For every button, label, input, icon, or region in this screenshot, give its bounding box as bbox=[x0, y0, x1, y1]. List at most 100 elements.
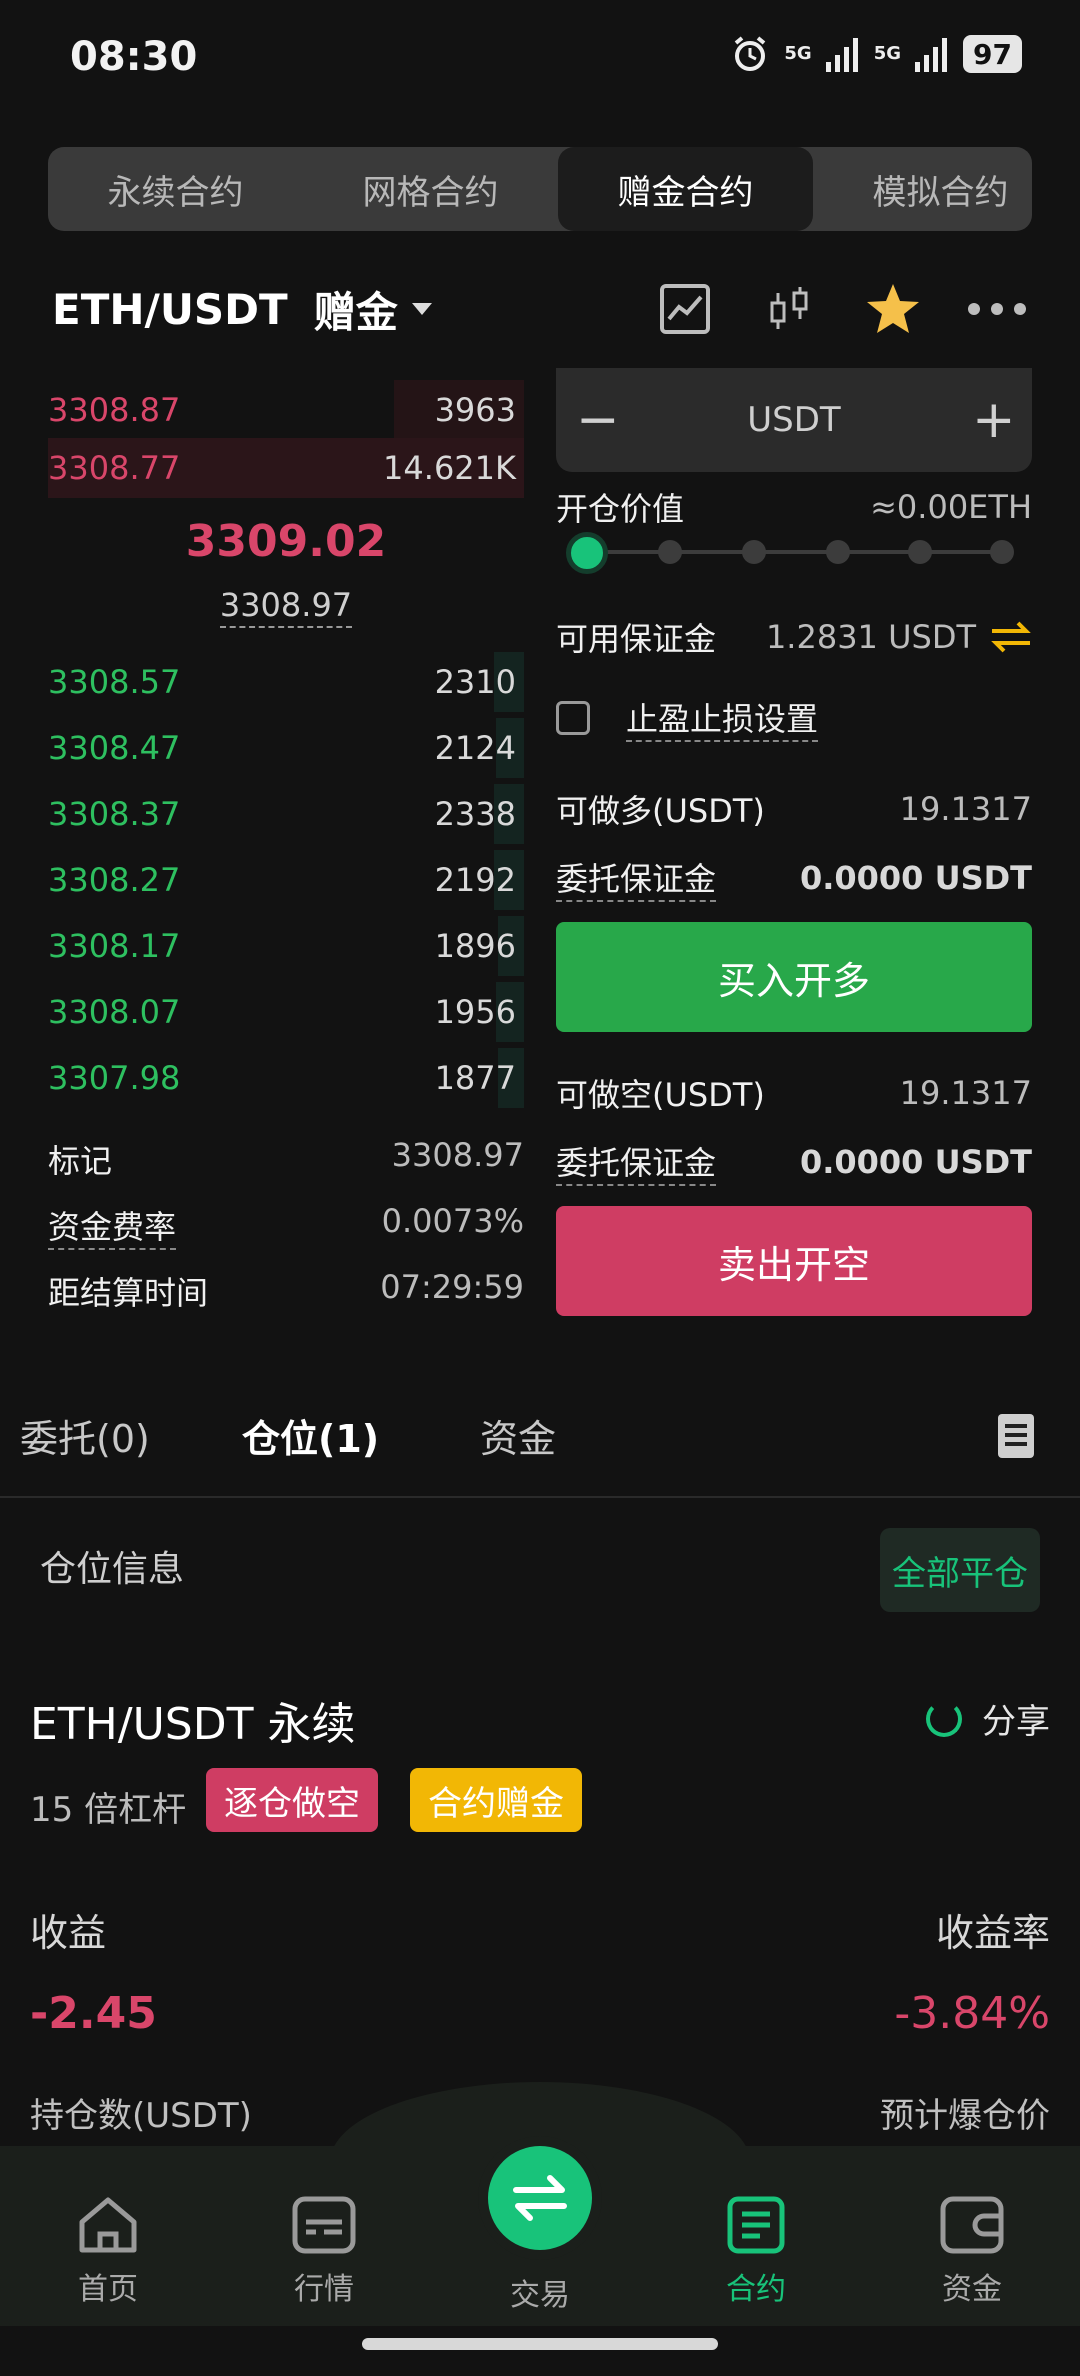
bid-qty: 1956 bbox=[434, 993, 516, 1031]
bid-row[interactable]: 3308.47 2124 bbox=[48, 718, 524, 778]
bid-price: 3308.37 bbox=[48, 795, 181, 833]
nav-contract[interactable]: 合约 bbox=[686, 2196, 826, 2308]
tpsl-row[interactable]: 止盈止损设置 bbox=[556, 694, 1032, 742]
short-available-label: 可做空(USDT) bbox=[556, 1076, 765, 1114]
long-available-value: 19.1317 bbox=[899, 790, 1032, 828]
available-label: 可用保证金 bbox=[556, 620, 717, 658]
nav-assets[interactable]: 资金 bbox=[902, 2196, 1042, 2308]
short-margin-label[interactable]: 委托保证金 bbox=[556, 1138, 717, 1186]
ask-row[interactable]: 3308.87 3963 bbox=[48, 380, 524, 440]
nav-contract-label: 合约 bbox=[726, 2272, 786, 2307]
home-indicator[interactable] bbox=[362, 2338, 718, 2350]
more-icon[interactable] bbox=[966, 278, 1028, 340]
status-bar: 08:30 5G 5G 97 bbox=[0, 0, 1080, 118]
favorite-star-icon[interactable] bbox=[862, 278, 924, 340]
available-value: 1.2831 USDT bbox=[765, 618, 976, 656]
status-time: 08:30 bbox=[70, 34, 198, 80]
share-button[interactable]: 分享 bbox=[926, 1694, 1050, 1743]
candlestick-icon[interactable] bbox=[758, 278, 820, 340]
long-available-label: 可做多(USDT) bbox=[556, 792, 765, 830]
open-value: ≈0.00ETH bbox=[870, 488, 1032, 526]
bid-row[interactable]: 3308.37 2338 bbox=[48, 784, 524, 844]
funding-label: 资金费率 bbox=[48, 1202, 177, 1250]
ask-price: 3308.77 bbox=[48, 449, 181, 487]
pair-tag[interactable]: 赠金 bbox=[314, 279, 398, 340]
bid-row[interactable]: 3307.98 1877 bbox=[48, 1048, 524, 1108]
battery-indicator: 97 bbox=[963, 35, 1022, 73]
long-margin-value: 0.0000 USDT bbox=[799, 859, 1032, 897]
settle-countdown: 07:29:59 bbox=[380, 1268, 524, 1306]
share-icon bbox=[926, 1700, 962, 1737]
tpsl-label[interactable]: 止盈止损设置 bbox=[626, 694, 819, 742]
transfer-icon[interactable] bbox=[990, 620, 1032, 654]
contract-type-tabs: 永续合约 网格合约 赠金合约 模拟合约 bbox=[48, 147, 1032, 231]
slider-handle[interactable] bbox=[566, 532, 608, 574]
tab-grid[interactable]: 网格合约 bbox=[303, 147, 558, 231]
nav-market[interactable]: 行情 bbox=[254, 2196, 394, 2308]
roe-value: -3.84% bbox=[894, 1988, 1050, 2039]
tab-orders[interactable]: 委托(0) bbox=[20, 1408, 150, 1463]
mark-label: 标记 bbox=[48, 1142, 113, 1180]
bid-price: 3308.27 bbox=[48, 861, 181, 899]
long-margin-label[interactable]: 委托保证金 bbox=[556, 854, 717, 902]
nav-home[interactable]: 首页 bbox=[38, 2196, 178, 2308]
slider-step[interactable] bbox=[990, 540, 1014, 564]
tpsl-checkbox[interactable] bbox=[556, 701, 590, 735]
alarm-icon bbox=[735, 36, 766, 71]
tab-bonus[interactable]: 赠金合约 bbox=[558, 147, 813, 231]
bid-qty: 1877 bbox=[434, 1059, 516, 1097]
mark-value: 3308.97 bbox=[391, 1136, 524, 1174]
pnl-value: -2.45 bbox=[30, 1988, 157, 2039]
available-margin-row: 可用保证金 1.2831 USDT bbox=[556, 614, 1032, 660]
chart-icon[interactable] bbox=[654, 278, 716, 340]
pair-actions bbox=[612, 278, 1028, 340]
tab-perpetual[interactable]: 永续合约 bbox=[48, 147, 303, 231]
bid-row[interactable]: 3308.57 2310 bbox=[48, 652, 524, 712]
slider-step[interactable] bbox=[908, 540, 932, 564]
bid-row[interactable]: 3308.27 2192 bbox=[48, 850, 524, 910]
slider-step[interactable] bbox=[658, 540, 682, 564]
increase-button[interactable]: + bbox=[972, 390, 1016, 450]
position-section-title: 仓位信息 bbox=[40, 1549, 185, 1590]
settlement-row: 距结算时间 07:29:59 bbox=[48, 1268, 524, 1314]
decrease-button[interactable]: − bbox=[576, 390, 620, 450]
slider-step[interactable] bbox=[742, 540, 766, 564]
document-icon[interactable] bbox=[998, 1414, 1034, 1458]
long-margin-row: 委托保证金 0.0000 USDT bbox=[556, 854, 1032, 902]
position-tabs: 委托(0) 仓位(1) 资金 bbox=[0, 1388, 1080, 1498]
close-all-button[interactable]: 全部平仓 bbox=[880, 1528, 1040, 1612]
bid-row[interactable]: 3308.07 1956 bbox=[48, 982, 524, 1042]
position-slider[interactable] bbox=[566, 532, 1014, 574]
bonus-badge: 合约赠金 bbox=[410, 1768, 582, 1832]
pnl-label: 收益 bbox=[30, 1911, 107, 1955]
ask-qty: 14.621K bbox=[383, 449, 516, 487]
tab-positions[interactable]: 仓位(1) bbox=[242, 1408, 379, 1463]
short-available-row: 可做空(USDT) 19.1317 bbox=[556, 1070, 1032, 1116]
slider-track bbox=[584, 550, 998, 554]
long-available-row: 可做多(USDT) 19.1317 bbox=[556, 786, 1032, 832]
short-margin-row: 委托保证金 0.0000 USDT bbox=[556, 1138, 1032, 1186]
bid-qty: 1896 bbox=[434, 927, 516, 965]
tab-demo[interactable]: 模拟合约 bbox=[813, 147, 1032, 231]
caret-down-icon[interactable] bbox=[411, 303, 432, 315]
pair-symbol[interactable]: ETH/USDT bbox=[52, 285, 288, 334]
swap-icon bbox=[513, 2175, 567, 2221]
short-available-value: 19.1317 bbox=[899, 1074, 1032, 1112]
contract-icon bbox=[724, 2196, 788, 2254]
buy-long-button[interactable]: 买入开多 bbox=[556, 922, 1032, 1032]
position-title[interactable]: ETH/USDT 永续 bbox=[30, 1688, 355, 1752]
amount-unit: USDT bbox=[747, 400, 841, 440]
slider-step[interactable] bbox=[826, 540, 850, 564]
wallet-icon bbox=[940, 2196, 1004, 2254]
signal-icon bbox=[915, 38, 948, 72]
bid-price: 3308.07 bbox=[48, 993, 181, 1031]
ask-row[interactable]: 3308.77 14.621K bbox=[48, 438, 524, 498]
sell-short-button[interactable]: 卖出开空 bbox=[556, 1206, 1032, 1316]
nav-trade-label[interactable]: 交易 bbox=[470, 2270, 610, 2314]
funding-rate-row[interactable]: 资金费率 0.0073% bbox=[48, 1202, 524, 1250]
bid-row[interactable]: 3308.17 1896 bbox=[48, 916, 524, 976]
status-icons: 5G 5G 97 bbox=[730, 34, 1022, 74]
trade-button[interactable] bbox=[488, 2146, 592, 2250]
amount-input[interactable]: − USDT + bbox=[556, 368, 1032, 472]
tab-funds[interactable]: 资金 bbox=[480, 1408, 556, 1463]
